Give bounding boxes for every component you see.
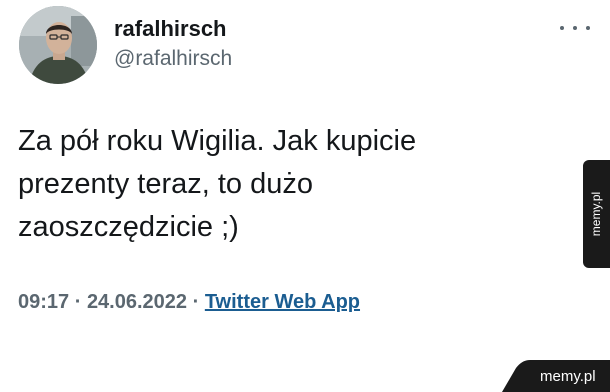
watermark-side-text: memy.pl	[589, 191, 604, 237]
watermark-side-tab: memy.pl	[583, 160, 610, 268]
tweet-source-link[interactable]: Twitter Web App	[205, 291, 360, 313]
tweet-text: Za pół roku Wigilia. Jak kupicie prezent…	[18, 125, 417, 243]
more-dot	[560, 26, 564, 30]
tweet-meta: 09:17 · 24.06.2022 · Twitter Web App	[18, 288, 360, 316]
more-options-icon[interactable]	[560, 18, 590, 38]
tweet-date[interactable]: 24.06.2022	[87, 291, 187, 313]
more-dot	[586, 26, 590, 30]
watermark-corner-text: memy.pl	[540, 368, 596, 385]
tweet-time[interactable]: 09:17	[18, 291, 69, 313]
meta-separator: ·	[187, 291, 205, 313]
meta-separator: ·	[69, 291, 87, 313]
more-dot	[573, 26, 577, 30]
user-handle[interactable]: @rafalhirsch	[114, 46, 232, 72]
display-name[interactable]: rafalhirsch	[114, 15, 227, 43]
avatar-image	[19, 6, 97, 84]
avatar[interactable]	[19, 6, 97, 84]
